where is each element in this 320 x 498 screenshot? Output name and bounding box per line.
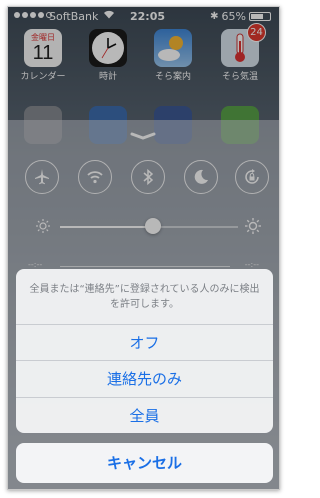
cancel-button[interactable]: キャンセル (16, 443, 273, 483)
airdrop-action-sheet: 全員または“連絡先”に登録されている人のみに検出を許可します。 オフ 連絡先のみ… (16, 269, 273, 433)
option-contacts-only-button[interactable]: 連絡先のみ (16, 360, 273, 396)
action-sheet-message: 全員または“連絡先”に登録されている人のみに検出を許可します。 (29, 284, 260, 310)
option-everyone-button[interactable]: 全員 (16, 396, 273, 433)
option-off-button[interactable]: オフ (16, 324, 273, 360)
phone-screenshot: SoftBank 22:05 ✱ 65% 金曜日 11 カレンダー 時計 そら案… (7, 6, 280, 490)
